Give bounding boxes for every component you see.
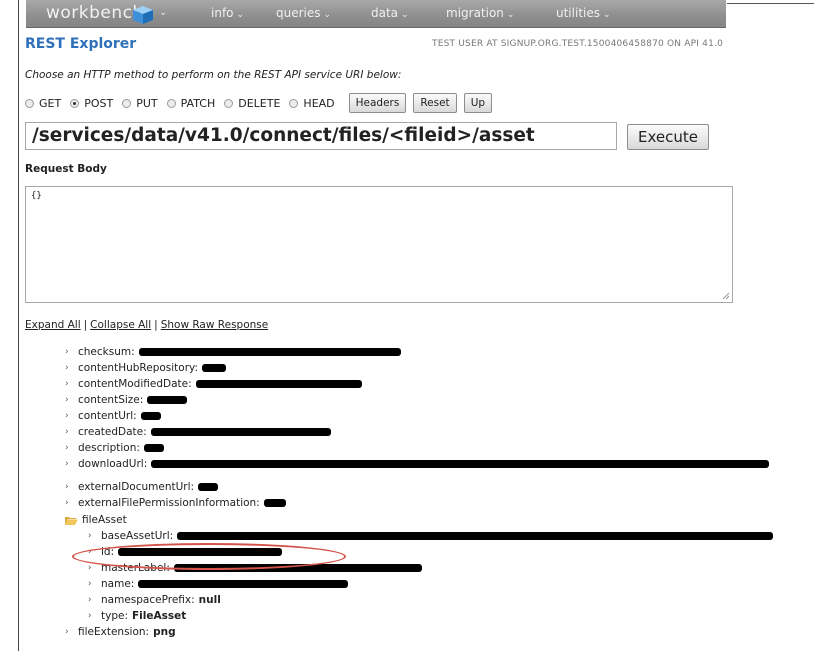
chevron-down-icon: ⌄ [323,10,332,20]
redacted-value [143,444,164,452]
redacted-value [150,428,331,436]
redacted-value [202,364,227,372]
tree-node-contentUrl[interactable]: › contentUrl: [65,409,161,423]
tree-node-createdDate[interactable]: › createdDate: [65,425,331,439]
instructions-text: Choose an HTTP method to perform on the … [25,69,402,81]
tree-node-baseAssetUrl[interactable]: › baseAssetUrl: [88,529,774,543]
chevron-down-icon[interactable]: ⌄ [159,7,167,18]
chevron-right-icon: › [65,347,69,357]
radio-button[interactable] [289,98,299,108]
radio-button[interactable] [166,98,176,108]
nav-menu-migration[interactable]: migration ⌄ [446,6,514,20]
chevron-right-icon: › [65,395,69,405]
chevron-down-icon: ⌄ [236,10,245,20]
page-title: REST Explorer [25,36,137,52]
tree-node-fileAsset[interactable]: fileAsset [65,513,127,527]
radio-button[interactable] [224,98,234,108]
method-get[interactable]: GET [25,97,61,110]
method-post[interactable]: POST [70,97,113,110]
collapse-all-link[interactable]: Collapse All [90,319,151,331]
tree-node-fileExtension[interactable]: › fileExtension: png [65,625,176,639]
id-highlight-annotation [72,543,346,570]
chevron-down-icon: ⌄ [401,10,409,20]
redacted-value [147,396,188,404]
response-links: Expand All | Collapse All | Show Raw Respons… [25,319,268,331]
top-nav-bar: workbench ⌄ info ⌄ queries ⌄ data ⌄ migrati… [26,0,726,28]
tree-node-type[interactable]: › type: FileAsset [88,609,186,623]
resize-grip-icon[interactable] [722,292,730,300]
method-put[interactable]: PUT [122,97,158,110]
workbench-logo[interactable]: workbench [46,3,144,23]
reset-button[interactable]: Reset [413,93,457,113]
tree-node-contentHubRepository[interactable]: › contentHubRepository: [65,361,227,375]
chevron-right-icon: › [88,531,92,541]
headers-button[interactable]: Headers [348,93,407,113]
tree-node-checksum[interactable]: › checksum: [65,345,401,359]
tree-node-externalDocumentUrl[interactable]: › externalDocumentUrl: [65,480,219,494]
chevron-right-icon: › [88,595,92,605]
tree-node-downloadUrl[interactable]: › downloadUrl: [65,457,770,471]
method-delete[interactable]: DELETE [224,97,280,110]
radio-button[interactable] [122,98,132,108]
redacted-value [138,580,349,588]
chevron-right-icon: › [65,411,69,421]
nav-menu-info[interactable]: info ⌄ [211,6,244,20]
chevron-right-icon: › [65,363,69,373]
chevron-right-icon: › [65,482,69,492]
radio-button-selected[interactable] [70,98,80,108]
tree-node-description[interactable]: › description: [65,441,164,455]
folder-open-icon [65,516,78,525]
chevron-down-icon: ⌄ [506,10,515,20]
nav-menu-data[interactable]: data ⌄ [371,6,409,20]
redacted-value [151,460,770,468]
redacted-value [177,532,774,540]
http-method-selector: GET POST PUT PATCH DELETE HEAD Headers R… [25,92,499,114]
window-frame-top [727,3,814,4]
nav-menu-utilities[interactable]: utilities ⌄ [556,6,611,20]
chevron-right-icon: › [65,379,69,389]
tree-node-namespacePrefix[interactable]: › namespacePrefix: null [88,593,221,607]
chevron-right-icon: › [88,611,92,621]
redacted-value [138,348,401,356]
request-body-value: {} [31,191,42,201]
chevron-right-icon: › [65,498,69,508]
chevron-down-icon: ⌄ [603,10,611,20]
uri-input[interactable]: /services/data/v41.0/connect/files/<file… [25,122,617,150]
chevron-right-icon: › [88,579,92,589]
tree-node-contentModifiedDate[interactable]: › contentModifiedDate: [65,377,362,391]
show-raw-response-link[interactable]: Show Raw Response [161,319,269,331]
rest-explorer-page: workbench ⌄ info ⌄ queries ⌄ data ⌄ migrati… [19,0,774,651]
tree-node-contentSize[interactable]: › contentSize: [65,393,188,407]
tree-node-name[interactable]: › name: [88,577,349,591]
redacted-value [140,412,161,420]
execute-button[interactable]: Execute [627,124,709,150]
redacted-value [263,499,286,507]
chevron-right-icon: › [65,627,69,637]
method-patch[interactable]: PATCH [166,97,215,110]
redacted-value [198,483,219,491]
method-head[interactable]: HEAD [289,97,335,110]
chevron-right-icon: › [65,427,69,437]
cube-icon [133,6,153,24]
nav-menu-queries[interactable]: queries ⌄ [276,6,331,20]
expand-all-link[interactable]: Expand All [25,319,81,331]
separator: | [154,319,158,331]
radio-button[interactable] [25,98,34,108]
chevron-right-icon: › [88,563,92,573]
up-button[interactable]: Up [463,93,493,113]
separator: | [83,319,88,331]
tree-node-externalFilePermissionInformation[interactable]: › externalFilePermissionInformation: [65,496,286,510]
request-body-label: Request Body [25,163,107,175]
request-body-textarea[interactable]: {} [25,186,733,303]
user-info: TEST USER AT SIGNUP.ORG.TEST.15004064588… [432,39,723,49]
redacted-value [195,380,362,388]
chevron-right-icon: › [65,459,69,469]
chevron-right-icon: › [65,443,69,453]
